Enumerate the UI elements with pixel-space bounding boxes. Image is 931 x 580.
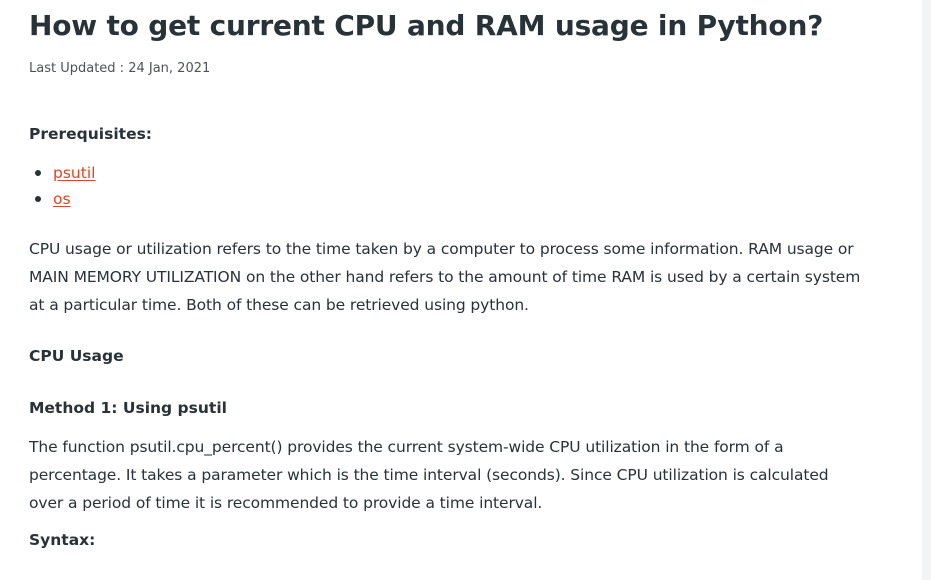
cpu-usage-heading: CPU Usage: [29, 347, 124, 365]
list-item: os: [29, 186, 95, 212]
method1-paragraph: The function psutil.cpu_percent() provid…: [29, 433, 859, 517]
last-updated-date: Last Updated : 24 Jan, 2021: [29, 61, 211, 76]
list-item: psutil: [29, 160, 95, 186]
method1-heading: Method 1: Using psutil: [29, 399, 227, 417]
syntax-heading: Syntax:: [29, 531, 96, 549]
intro-line: at a particular time. Both of these can …: [29, 296, 529, 314]
intro-line: MAIN MEMORY UTILIZATION on the other han…: [29, 268, 861, 286]
prerequisites-list: psutil os: [29, 160, 95, 212]
intro-line: CPU usage or utilization refers to the t…: [29, 240, 854, 258]
bullet-icon: [35, 196, 41, 202]
psutil-link[interactable]: psutil: [53, 164, 95, 182]
method1-line: over a period of time it is recommended …: [29, 494, 543, 512]
method1-line: percentage. It takes a parameter which i…: [29, 466, 829, 484]
os-link[interactable]: os: [53, 190, 71, 208]
article-title: How to get current CPU and RAM usage in …: [29, 9, 824, 42]
bullet-icon: [35, 170, 41, 176]
method1-line: The function psutil.cpu_percent() provid…: [29, 438, 784, 456]
page-scroll-gutter: [922, 0, 931, 580]
prerequisites-heading: Prerequisites:: [29, 125, 153, 143]
intro-paragraph: CPU usage or utilization refers to the t…: [29, 235, 861, 319]
